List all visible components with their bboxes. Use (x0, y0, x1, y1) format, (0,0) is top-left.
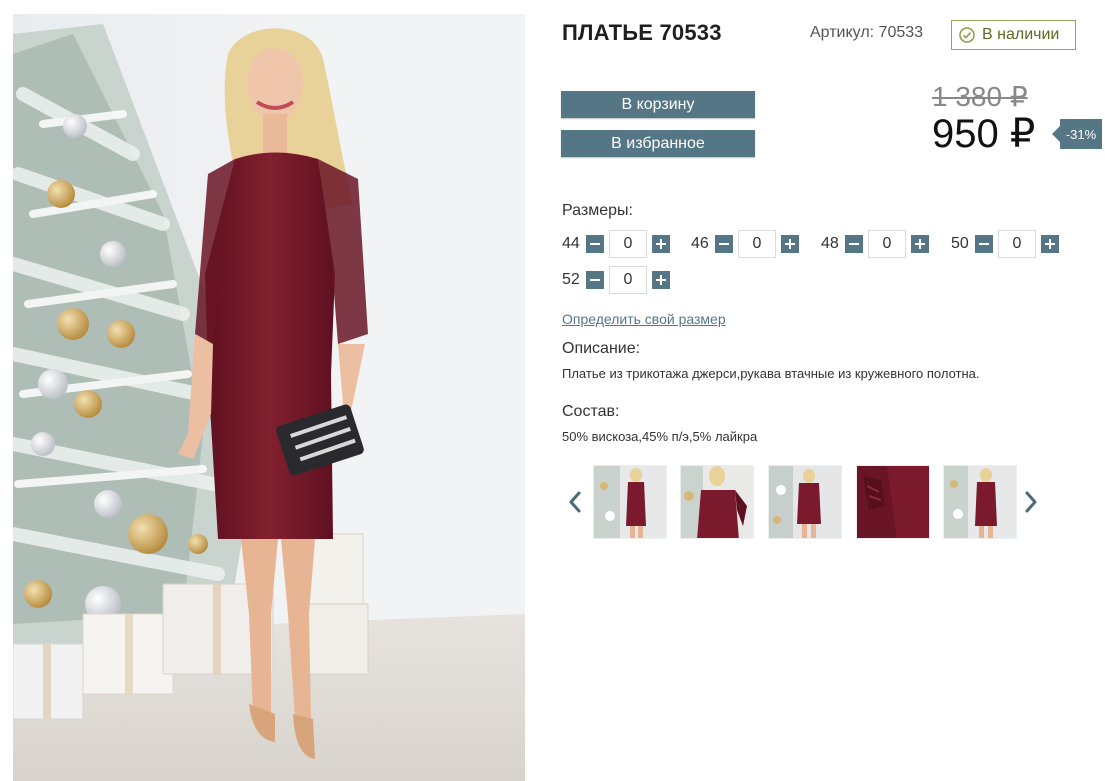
quantity-input[interactable] (738, 230, 776, 258)
decrease-quantity-button[interactable] (975, 235, 993, 253)
check-circle-icon (959, 27, 975, 43)
chevron-left-icon[interactable] (568, 490, 582, 514)
product-title: ПЛАТЬЕ 70533 (562, 20, 722, 45)
thumbnail-5[interactable] (943, 465, 1017, 539)
size-label: 44 (562, 235, 580, 252)
increase-quantity-button[interactable] (781, 235, 799, 253)
composition-label: Состав: (562, 403, 620, 420)
add-to-cart-button[interactable]: В корзину (561, 91, 755, 118)
size-label: 50 (951, 235, 969, 252)
chevron-right-icon[interactable] (1024, 490, 1038, 514)
increase-quantity-button[interactable] (652, 235, 670, 253)
increase-quantity-button[interactable] (911, 235, 929, 253)
add-to-favorites-button[interactable]: В избранное (561, 130, 755, 157)
thumbnail-2[interactable] (680, 465, 754, 539)
quantity-input[interactable] (609, 266, 647, 294)
quantity-input[interactable] (998, 230, 1036, 258)
decrease-quantity-button[interactable] (586, 235, 604, 253)
discount-badge: -31% (1052, 119, 1102, 149)
size-selector-50: 50 (951, 230, 1059, 258)
size-selector-48: 48 (821, 230, 929, 258)
size-selector-44: 44 (562, 230, 670, 258)
stock-status-label: В наличии (982, 26, 1060, 43)
size-label: 52 (562, 271, 580, 288)
thumbnail-4[interactable] (856, 465, 930, 539)
increase-quantity-button[interactable] (652, 271, 670, 289)
thumbnail-1[interactable] (593, 465, 667, 539)
product-sku: Артикул: 70533 (810, 24, 924, 41)
old-price: 1 380 ₽ (932, 81, 1028, 112)
thumbnail-3[interactable] (768, 465, 842, 539)
composition-text: 50% вискоза,45% п/э,5% лайкра (562, 429, 758, 444)
decrease-quantity-button[interactable] (586, 271, 604, 289)
size-selector-46: 46 (691, 230, 799, 258)
size-label: 46 (691, 235, 709, 252)
sizes-label: Размеры: (562, 202, 633, 219)
stock-status-badge: В наличии (951, 20, 1076, 50)
quantity-input[interactable] (868, 230, 906, 258)
increase-quantity-button[interactable] (1041, 235, 1059, 253)
size-selector-52: 52 (562, 266, 670, 294)
decrease-quantity-button[interactable] (845, 235, 863, 253)
quantity-input[interactable] (609, 230, 647, 258)
current-price: 950 ₽ (932, 112, 1036, 156)
decrease-quantity-button[interactable] (715, 235, 733, 253)
main-product-photo[interactable] (13, 14, 525, 781)
size-label: 48 (821, 235, 839, 252)
description-text: Платье из трикотажа джерси,рукава втачны… (562, 366, 980, 381)
description-label: Описание: (562, 340, 641, 357)
determine-size-link[interactable]: Определить свой размер (562, 311, 726, 327)
